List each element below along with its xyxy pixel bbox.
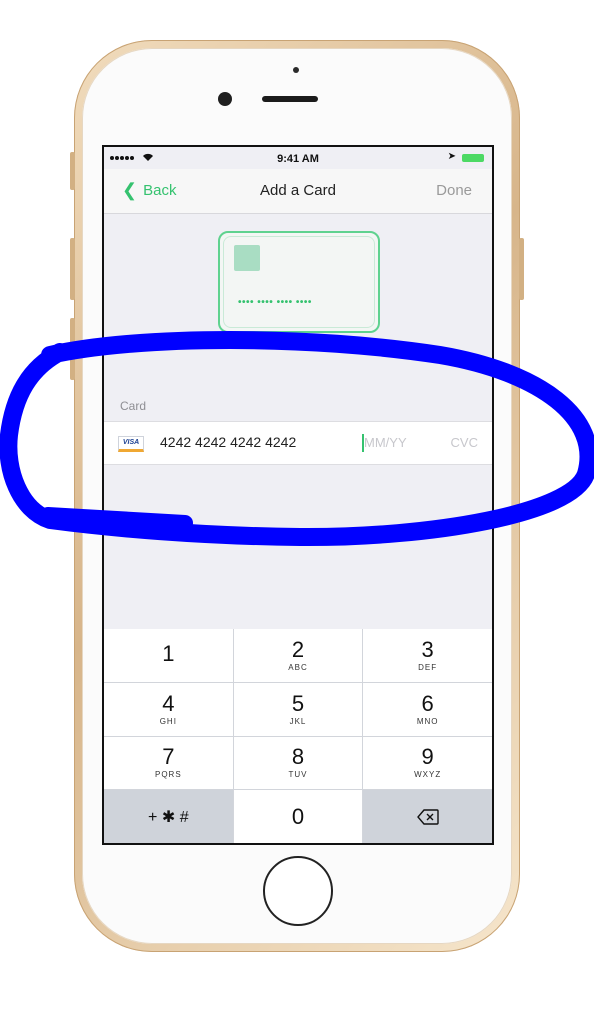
key-6[interactable]: 6 MNO [363,682,492,736]
proximity-sensor [293,67,299,73]
key-8[interactable]: 8 TUV [233,736,363,790]
status-bar: 9:41 AM ➤ [104,147,492,169]
status-time: 9:41 AM [277,153,319,165]
card-section-label: Card [120,399,147,413]
expiry-field[interactable]: MM/YY [364,435,407,450]
home-button[interactable] [263,856,333,926]
location-arrow-icon: ➤ [447,151,456,162]
battery-icon [462,154,484,162]
key-7[interactable]: 7 PQRS [104,736,233,790]
card-illustration: •••• •••• •••• •••• [218,231,380,333]
earpiece-speaker [262,96,318,102]
key-9[interactable]: 9 WXYZ [363,736,492,790]
key-2[interactable]: 2 ABC [233,629,363,682]
key-3[interactable]: 3 DEF [363,629,492,682]
key-4[interactable]: 4 GHI [104,682,233,736]
key-5[interactable]: 5 JKL [233,682,363,736]
card-number-field[interactable]: 4242 4242 4242 4242 [160,434,296,450]
front-camera [218,92,232,106]
visa-card-icon: VISA [118,436,144,452]
phone-screen: 9:41 AM ➤ ❮ Back Add a Card Done •••• ••… [102,145,494,845]
power-button [519,238,524,300]
card-input-row[interactable]: VISA 4242 4242 4242 4242 MM/YY CVC [104,421,492,465]
key-0[interactable]: 0 [233,790,363,843]
mute-switch [70,152,75,190]
key-1[interactable]: 1 [104,629,233,682]
cvc-field[interactable]: CVC [451,435,478,450]
card-chip-icon [234,245,260,271]
volume-down-button [70,318,75,380]
delete-backspace-icon [416,808,439,825]
page-title: Add a Card [260,182,336,199]
key-symbols[interactable]: + ✱ # [104,790,233,843]
navigation-bar: ❮ Back Add a Card Done [104,169,492,214]
done-button[interactable]: Done [436,182,472,199]
card-number-dots: •••• •••• •••• •••• [238,297,312,308]
numeric-keypad: 1 2 ABC 3 DEF 4 GHI 5 JKL 6 MNO 7 PQRS 8 [104,629,492,843]
key-delete[interactable] [363,790,492,843]
volume-up-button [70,238,75,300]
